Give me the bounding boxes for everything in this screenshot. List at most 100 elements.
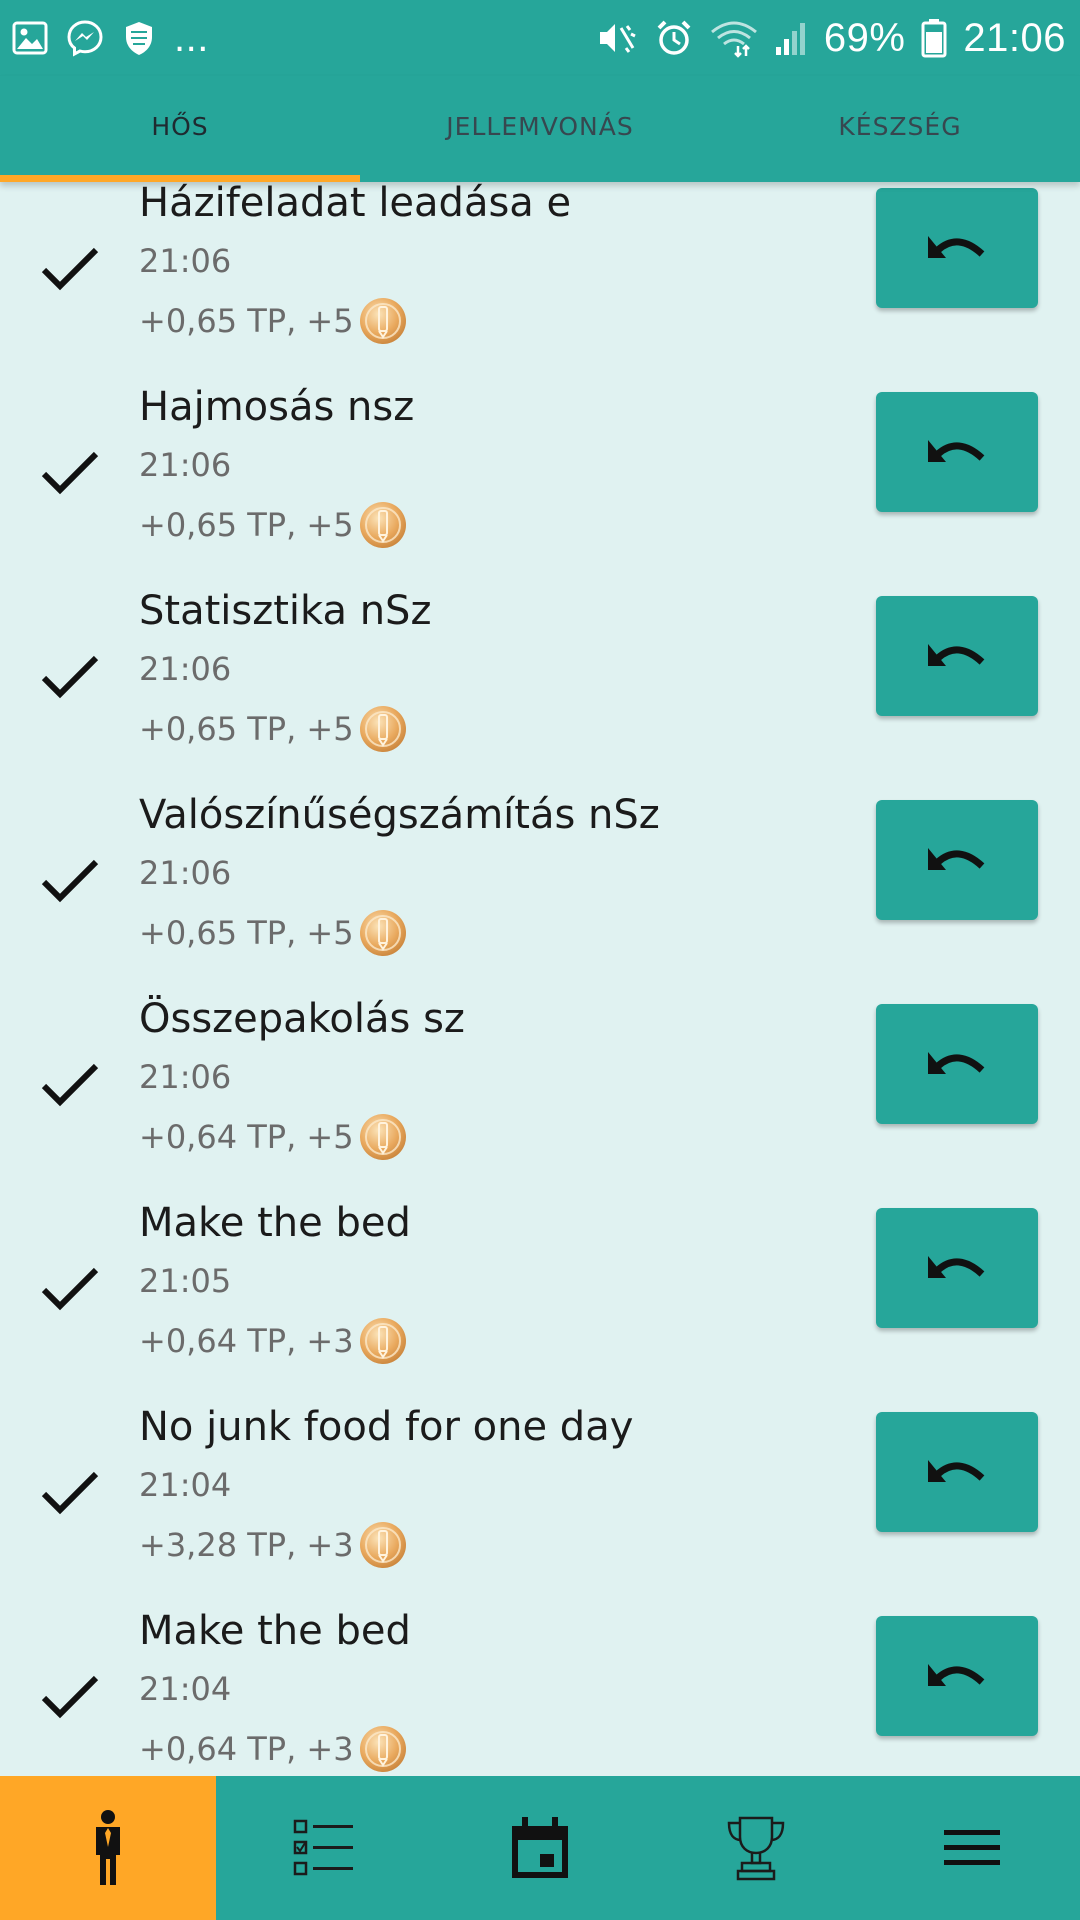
list-item: Valószínűségszámítás nSz 21:06 +0,65 TP,… <box>0 780 1080 984</box>
undo-icon <box>928 1256 985 1278</box>
active-tab-indicator <box>0 175 360 182</box>
alarm-icon <box>657 20 691 55</box>
undo-button[interactable] <box>876 1004 1038 1124</box>
task-title: Statisztika nSz <box>139 588 432 634</box>
nav-calendar[interactable] <box>432 1776 648 1920</box>
undo-icon <box>928 848 985 870</box>
task-time: 21:04 <box>139 1670 232 1708</box>
messenger-icon <box>67 20 103 57</box>
coin-icon <box>359 298 406 344</box>
checkmark-icon <box>41 451 99 495</box>
task-time: 21:06 <box>139 1058 232 1096</box>
undo-icon <box>928 1460 985 1482</box>
task-title: Valószínűségszámítás nSz <box>139 792 660 838</box>
task-reward: +3,28 TP, +3 <box>139 1520 408 1570</box>
nav-achievements[interactable] <box>648 1776 864 1920</box>
tab-skills[interactable]: KÉSZSÉG <box>720 76 1080 182</box>
nav-hero[interactable] <box>0 1776 216 1920</box>
task-reward: +0,64 TP, +3 <box>139 1724 408 1774</box>
task-reward: +0,65 TP, +5 <box>139 500 408 550</box>
undo-button[interactable] <box>876 392 1038 512</box>
system-icons: 69% 21:06 <box>596 16 1066 61</box>
reward-text: +0,64 TP, +3 <box>139 1730 354 1768</box>
task-title: Összepakolás sz <box>139 996 465 1042</box>
task-time: 21:05 <box>139 1262 232 1300</box>
gallery-icon <box>12 21 48 55</box>
checkmark-icon <box>41 1471 99 1515</box>
nav-tasks[interactable] <box>216 1776 432 1920</box>
task-reward: +0,65 TP, +5 <box>139 704 408 754</box>
reward-text: +0,65 TP, +5 <box>139 710 354 748</box>
tab-hero[interactable]: HŐS <box>0 76 360 182</box>
signal-icon <box>775 23 805 55</box>
nav-menu[interactable] <box>864 1776 1080 1920</box>
list-item: Make the bed 21:04 +0,64 TP, +3 <box>0 1596 1080 1776</box>
reward-text: +0,65 TP, +5 <box>139 506 354 544</box>
list-item: Statisztika nSz 21:06 +0,65 TP, +5 <box>0 576 1080 780</box>
tab-traits[interactable]: JELLEMVONÁS <box>360 76 720 182</box>
task-title: Make the bed <box>139 1200 411 1246</box>
undo-icon <box>928 644 985 666</box>
shield-app-icon <box>126 22 152 55</box>
battery-percent: 69% <box>823 15 906 60</box>
reward-text: +0,65 TP, +5 <box>139 302 354 340</box>
trophy-icon <box>727 1816 785 1881</box>
undo-button[interactable] <box>876 188 1038 308</box>
tab-label: KÉSZSÉG <box>838 111 962 141</box>
undo-button[interactable] <box>876 596 1038 716</box>
coin-icon <box>359 1522 406 1568</box>
undo-button[interactable] <box>876 1208 1038 1328</box>
list-item: No junk food for one day 21:04 +3,28 TP,… <box>0 1392 1080 1596</box>
task-reward: +0,65 TP, +5 <box>139 296 408 346</box>
tab-label: JELLEMVONÁS <box>446 111 634 141</box>
battery-icon <box>921 19 947 58</box>
checkmark-icon <box>41 859 99 903</box>
list-item: Hajmosás nsz 21:06 +0,65 TP, +5 <box>0 372 1080 576</box>
task-reward: +0,65 TP, +5 <box>139 908 408 958</box>
notification-icons: ... <box>12 16 209 61</box>
tab-bar: HŐS JELLEMVONÁS KÉSZSÉG <box>0 76 1080 182</box>
bottom-navigation <box>0 1776 1080 1920</box>
notification-overflow: ... <box>174 15 209 60</box>
completed-tasks-list[interactable]: Házifeladat leadása e 21:06 +0,65 TP, +5 <box>0 182 1080 1776</box>
coin-icon <box>359 1318 406 1364</box>
calendar-icon <box>512 1817 568 1878</box>
task-title: Make the bed <box>139 1608 411 1654</box>
undo-icon <box>928 440 985 462</box>
task-title: Hajmosás nsz <box>139 384 415 430</box>
reward-text: +0,64 TP, +3 <box>139 1322 354 1360</box>
reward-text: +0,64 TP, +5 <box>139 1118 354 1156</box>
task-reward: +0,64 TP, +5 <box>139 1112 408 1162</box>
coin-icon <box>359 502 406 548</box>
checkmark-icon <box>41 655 99 699</box>
coin-icon <box>359 1114 406 1160</box>
tab-label: HŐS <box>151 111 209 141</box>
task-time: 21:06 <box>139 242 232 280</box>
task-title: No junk food for one day <box>139 1404 634 1450</box>
checkmark-icon <box>41 1063 99 1107</box>
task-reward: +0,64 TP, +3 <box>139 1316 408 1366</box>
reward-text: +0,65 TP, +5 <box>139 914 354 952</box>
task-time: 21:06 <box>139 854 232 892</box>
list-item: Házifeladat leadása e 21:06 +0,65 TP, +5 <box>0 182 1080 372</box>
list-item: Make the bed 21:05 +0,64 TP, +3 <box>0 1188 1080 1392</box>
undo-button[interactable] <box>876 1616 1038 1736</box>
hero-person-icon <box>96 1810 120 1885</box>
coin-icon <box>359 706 406 752</box>
undo-icon <box>928 1052 985 1074</box>
task-time: 21:04 <box>139 1466 232 1504</box>
reward-text: +3,28 TP, +3 <box>139 1526 354 1564</box>
undo-icon <box>928 236 985 258</box>
checkmark-icon <box>41 1675 99 1719</box>
mute-vibrate-icon <box>599 24 636 53</box>
task-title: Házifeladat leadása e <box>139 182 572 226</box>
undo-icon <box>928 1664 985 1686</box>
checklist-icon <box>293 1819 353 1876</box>
coin-icon <box>359 910 406 956</box>
checkmark-icon <box>41 247 99 291</box>
undo-button[interactable] <box>876 800 1038 920</box>
undo-button[interactable] <box>876 1412 1038 1532</box>
status-bar: ... 69% 21:06 <box>0 0 1080 76</box>
list-item: Összepakolás sz 21:06 +0,64 TP, +5 <box>0 984 1080 1188</box>
task-time: 21:06 <box>139 650 232 688</box>
